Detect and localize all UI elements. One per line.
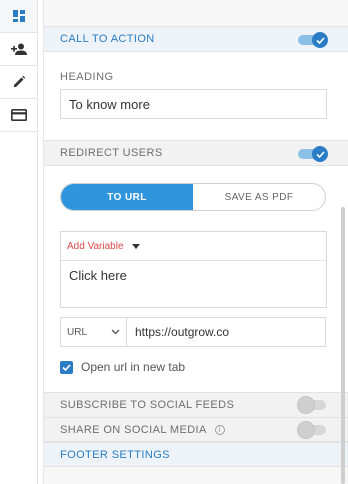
redirect-users-label: REDIRECT USERS bbox=[60, 147, 163, 159]
call-to-action-label: CALL TO ACTION bbox=[60, 33, 155, 45]
button-text-area[interactable]: Click here bbox=[61, 261, 326, 290]
panel-scrollbar[interactable] bbox=[341, 207, 345, 484]
dashboard-icon bbox=[12, 10, 25, 22]
button-text-editor: Add Variable Click here bbox=[60, 231, 327, 308]
url-input[interactable]: https://outgrow.co bbox=[127, 317, 326, 347]
rail-card-button[interactable] bbox=[0, 99, 37, 132]
subscribe-label: SUBSCRIBE TO SOCIAL FEEDS bbox=[60, 399, 235, 411]
subscribe-toggle[interactable] bbox=[298, 397, 328, 413]
url-type-value: URL bbox=[67, 326, 88, 338]
share-label: SHARE ON SOCIAL MEDIA bbox=[60, 423, 207, 436]
toggle-knob bbox=[298, 422, 314, 438]
redirect-users-toggle[interactable] bbox=[298, 146, 328, 162]
url-type-select[interactable]: URL bbox=[60, 317, 127, 347]
add-variable-label: Add Variable bbox=[67, 240, 124, 252]
call-to-action-toggle[interactable] bbox=[298, 32, 328, 48]
heading-section: HEADING To know more bbox=[44, 52, 348, 140]
url-row: URL https://outgrow.co bbox=[60, 317, 326, 347]
share-section-header[interactable]: SHARE ON SOCIAL MEDIA i bbox=[44, 417, 348, 442]
rail-edit-button[interactable] bbox=[0, 66, 37, 99]
check-icon bbox=[315, 150, 325, 158]
footer-settings-section-header[interactable]: FOOTER SETTINGS bbox=[44, 442, 348, 467]
open-in-new-tab-checkbox[interactable] bbox=[60, 360, 73, 374]
heading-label: HEADING bbox=[60, 71, 114, 83]
left-icon-rail bbox=[0, 0, 38, 484]
tab-to-url[interactable]: TO URL bbox=[61, 184, 193, 210]
check-icon bbox=[315, 36, 325, 44]
footer-settings-label: FOOTER SETTINGS bbox=[60, 448, 170, 461]
subscribe-section-header[interactable]: SUBSCRIBE TO SOCIAL FEEDS bbox=[44, 392, 348, 417]
heading-input[interactable]: To know more bbox=[60, 89, 327, 119]
toggle-knob bbox=[312, 146, 328, 162]
check-icon bbox=[62, 363, 71, 371]
tab-save-as-pdf[interactable]: SAVE AS PDF bbox=[193, 184, 325, 210]
card-icon bbox=[10, 109, 27, 121]
caret-down-icon bbox=[131, 243, 140, 249]
add-variable-bar[interactable]: Add Variable bbox=[61, 232, 326, 261]
open-in-new-tab-row: Open url in new tab bbox=[60, 360, 185, 374]
rail-dashboard-button[interactable] bbox=[0, 0, 37, 33]
share-toggle[interactable] bbox=[298, 422, 328, 438]
call-to-action-section-header[interactable]: CALL TO ACTION bbox=[44, 26, 348, 52]
pencil-icon bbox=[13, 75, 25, 87]
toggle-knob bbox=[312, 32, 328, 48]
open-in-new-tab-label: Open url in new tab bbox=[81, 360, 186, 374]
settings-panel: CALL TO ACTION HEADING To know more REDI… bbox=[43, 0, 348, 484]
panel-top-strip bbox=[44, 0, 348, 26]
redirect-users-section-header[interactable]: REDIRECT USERS bbox=[44, 140, 348, 166]
rail-add-user-button[interactable] bbox=[0, 33, 37, 66]
redirect-type-segmented-control: TO URL SAVE AS PDF bbox=[60, 183, 326, 211]
add-user-icon bbox=[10, 43, 27, 55]
info-icon[interactable]: i bbox=[214, 424, 225, 435]
toggle-knob bbox=[298, 397, 314, 413]
chevron-down-icon bbox=[111, 329, 120, 335]
